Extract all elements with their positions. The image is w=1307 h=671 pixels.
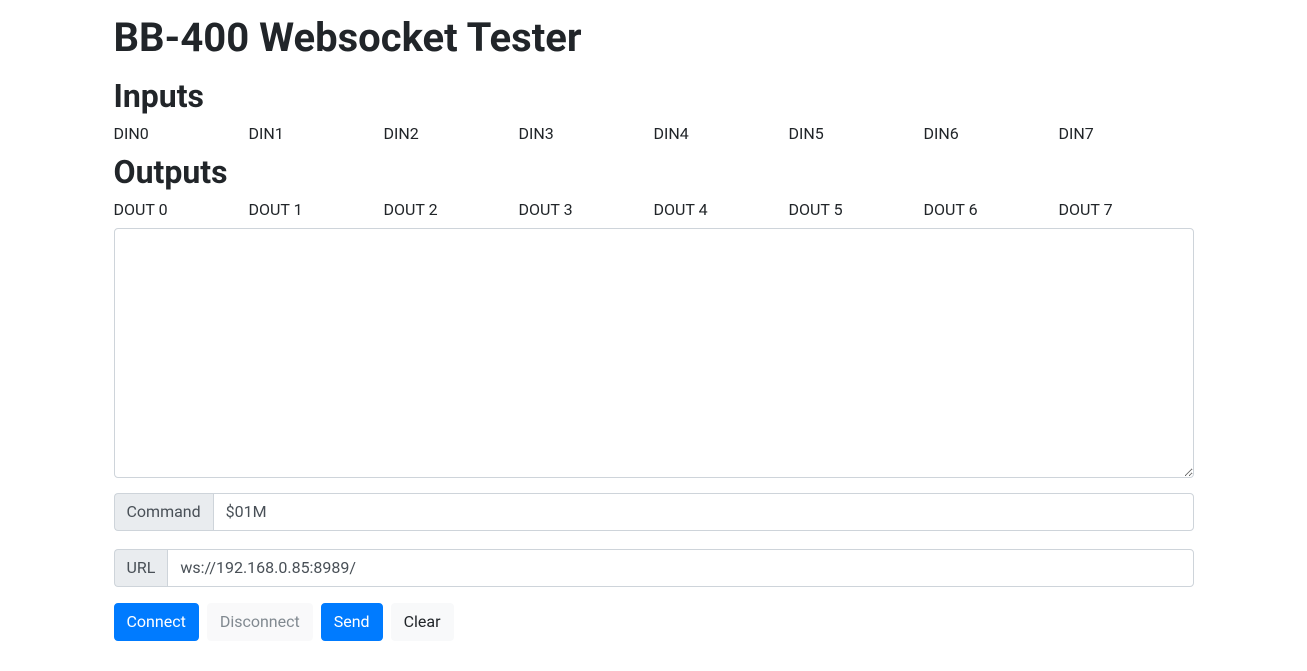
- url-group: URL: [114, 549, 1194, 587]
- din1-label: DIN1: [249, 124, 284, 143]
- din4-label: DIN4: [654, 124, 689, 143]
- log-output[interactable]: [114, 228, 1194, 478]
- connect-button[interactable]: Connect: [114, 603, 199, 641]
- din2-label: DIN2: [384, 124, 419, 143]
- din0-label: DIN0: [114, 124, 149, 143]
- disconnect-button[interactable]: Disconnect: [207, 603, 313, 641]
- send-button[interactable]: Send: [321, 603, 383, 641]
- command-label: Command: [114, 493, 213, 531]
- din7-label: DIN7: [1059, 124, 1094, 143]
- clear-button[interactable]: Clear: [391, 603, 454, 641]
- dout2-label: DOUT 2: [384, 200, 438, 219]
- url-label: URL: [114, 549, 168, 587]
- outputs-row: DOUT 0 DOUT 1 DOUT 2 DOUT 3 DOUT 4 DOUT …: [114, 198, 1194, 222]
- dout3-label: DOUT 3: [519, 200, 573, 219]
- din5-label: DIN5: [789, 124, 824, 143]
- dout5-label: DOUT 5: [789, 200, 843, 219]
- dout1-label: DOUT 1: [249, 200, 303, 219]
- inputs-heading: Inputs: [114, 72, 1194, 120]
- command-input[interactable]: [213, 493, 1194, 531]
- button-row: Connect Disconnect Send Clear: [114, 603, 1194, 641]
- url-input[interactable]: [167, 549, 1193, 587]
- dout7-label: DOUT 7: [1059, 200, 1113, 219]
- command-group: Command: [114, 493, 1194, 531]
- dout6-label: DOUT 6: [924, 200, 978, 219]
- dout4-label: DOUT 4: [654, 200, 708, 219]
- dout0-label: DOUT 0: [114, 200, 168, 219]
- outputs-heading: Outputs: [114, 148, 1194, 196]
- din3-label: DIN3: [519, 124, 554, 143]
- din6-label: DIN6: [924, 124, 959, 143]
- inputs-row: DIN0 DIN1 DIN2 DIN3 DIN4 DIN5 DIN6 DIN7: [114, 122, 1194, 146]
- page-title: BB-400 Websocket Tester: [114, 8, 1194, 68]
